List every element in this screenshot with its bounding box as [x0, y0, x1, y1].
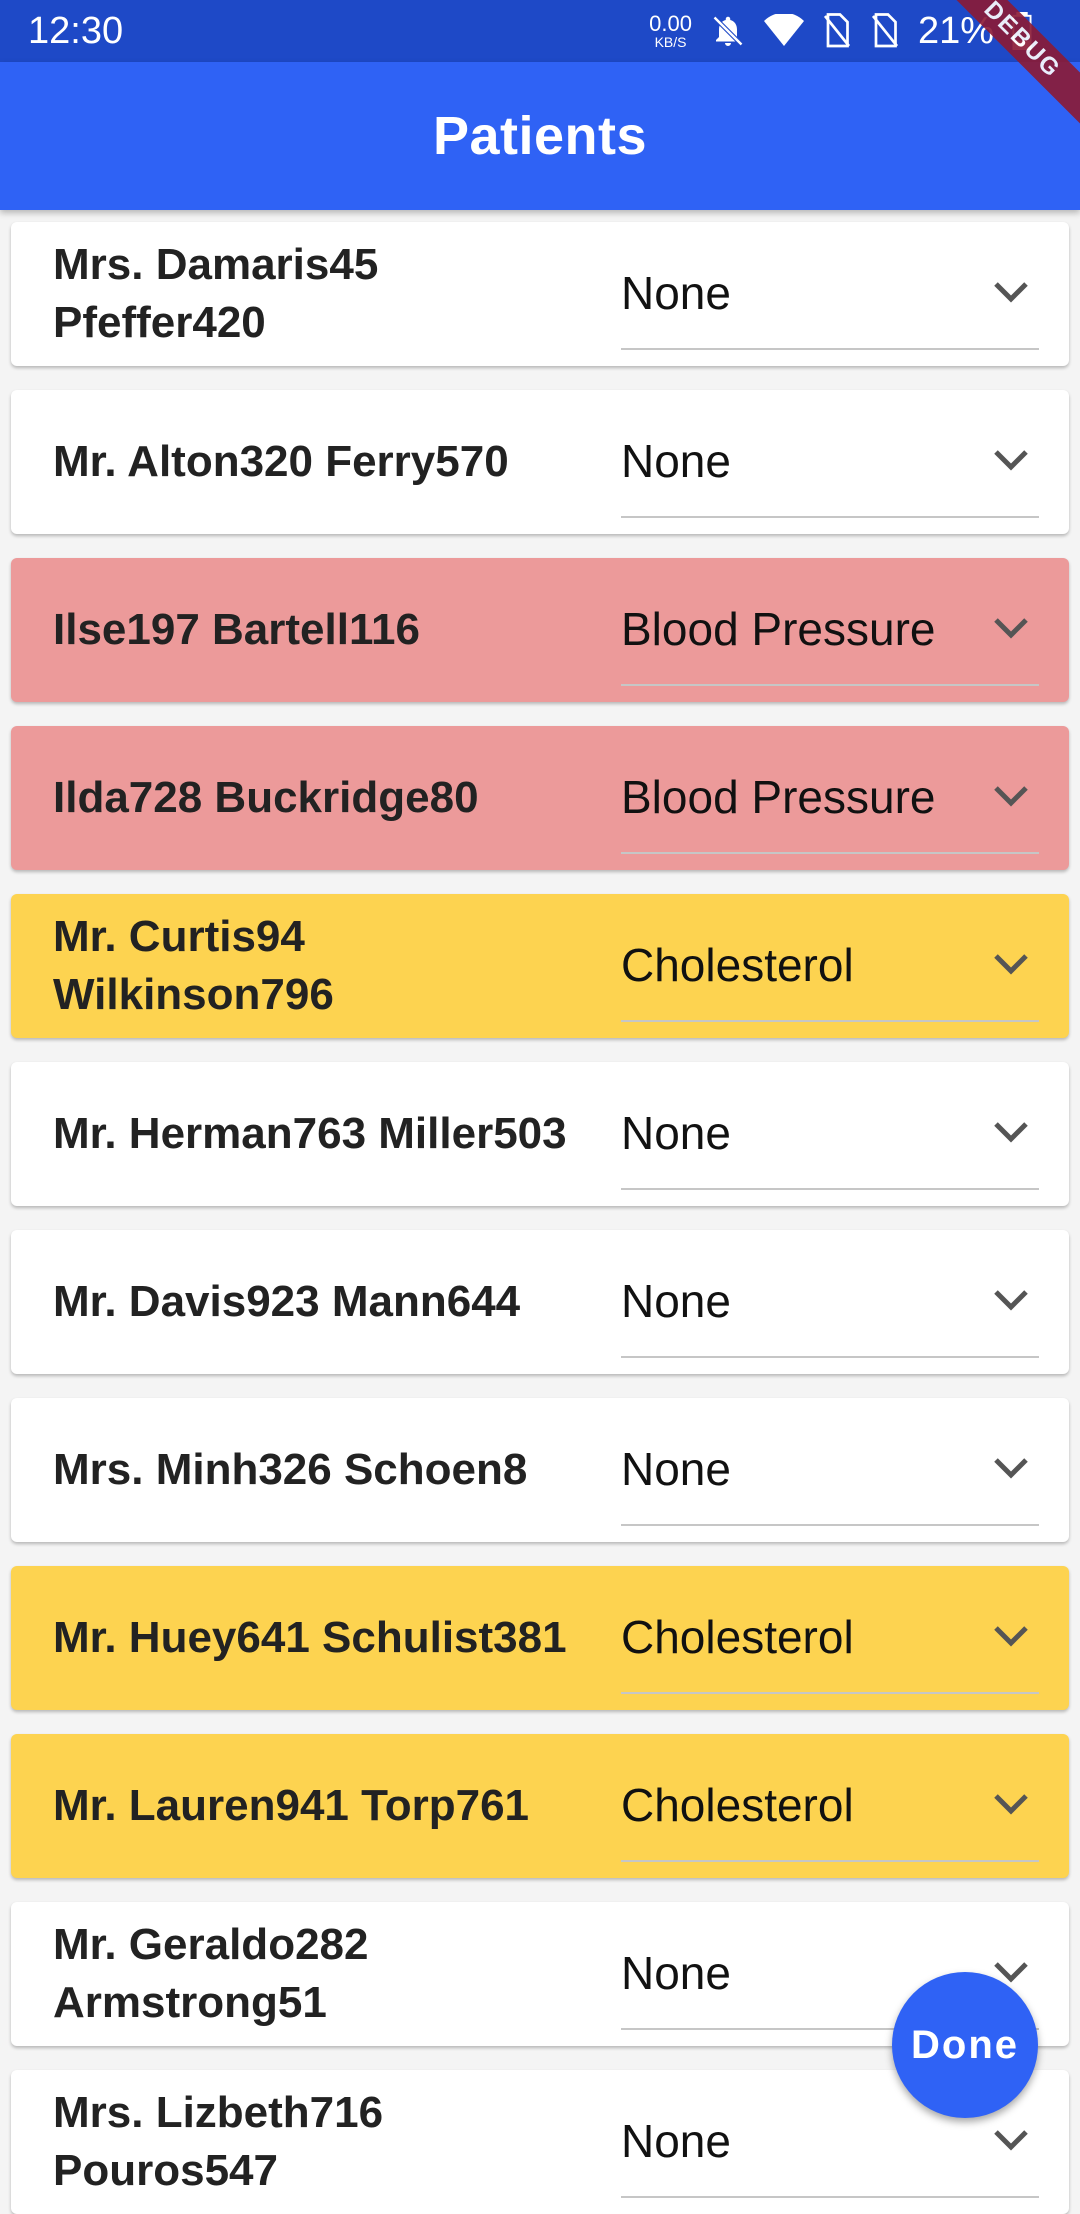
- condition-dropdown[interactable]: None: [621, 406, 1039, 518]
- chevron-down-icon: [991, 1286, 1031, 1319]
- condition-value: Blood Pressure: [621, 771, 936, 823]
- condition-dropdown[interactable]: None: [621, 1246, 1039, 1358]
- patient-card: Ilse197 Bartell116 Blood Pressure: [11, 558, 1069, 702]
- patient-name: Mr. Herman763 Miller503: [53, 1109, 567, 1158]
- patient-card: Ilda728 Buckridge80 Blood Pressure: [11, 726, 1069, 870]
- patient-name: Mrs. Minh326 Schoen8: [53, 1445, 528, 1494]
- network-speed-unit: KB/S: [654, 34, 687, 50]
- condition-dropdown[interactable]: None: [621, 1078, 1039, 1190]
- condition-dropdown[interactable]: None: [621, 238, 1039, 350]
- patient-card: Mr. Herman763 Miller503 None: [11, 1062, 1069, 1206]
- condition-value: None: [621, 1275, 731, 1327]
- chevron-down-icon: [991, 1622, 1031, 1655]
- chevron-down-icon: [991, 446, 1031, 479]
- chevron-down-icon: [991, 950, 1031, 983]
- patient-name: Mrs. Lizbeth716 Pouros547: [53, 2088, 384, 2195]
- condition-dropdown[interactable]: Cholesterol: [621, 1750, 1039, 1862]
- condition-value: Cholesterol: [621, 939, 854, 991]
- condition-value: None: [621, 435, 731, 487]
- condition-value: None: [621, 1443, 731, 1495]
- patient-card: Mr. Curtis94 Wilkinson796 Cholesterol: [11, 894, 1069, 1038]
- network-speed-value: 0.00: [649, 11, 692, 36]
- condition-value: Cholesterol: [621, 1611, 854, 1663]
- condition-dropdown[interactable]: Cholesterol: [621, 1582, 1039, 1694]
- patient-name: Ilse197 Bartell116: [53, 605, 420, 654]
- condition-value: None: [621, 1107, 731, 1159]
- patient-name: Mr. Curtis94 Wilkinson796: [53, 912, 334, 1019]
- chevron-down-icon: [991, 1118, 1031, 1151]
- patient-name: Mr. Geraldo282 Armstrong51: [53, 1920, 369, 2027]
- done-button[interactable]: Done: [892, 1972, 1038, 2118]
- chevron-down-icon: [991, 1454, 1031, 1487]
- condition-dropdown[interactable]: Blood Pressure: [621, 574, 1039, 686]
- page-title: Patients: [432, 106, 648, 166]
- patient-card: Mr. Lauren941 Torp761 Cholesterol: [11, 1734, 1069, 1878]
- patient-name: Mr. Huey641 Schulist381: [53, 1613, 567, 1662]
- chevron-down-icon: [991, 782, 1031, 815]
- condition-value: Blood Pressure: [621, 603, 936, 655]
- condition-dropdown[interactable]: Blood Pressure: [621, 742, 1039, 854]
- patient-name: Mrs. Damaris45 Pfeffer420: [53, 240, 379, 347]
- condition-value: None: [621, 1947, 731, 1999]
- app-bar: Patients: [0, 62, 1080, 210]
- wifi-icon: [763, 14, 804, 48]
- patient-card: Mrs. Minh326 Schoen8 None: [11, 1398, 1069, 1542]
- no-sim-icon: [870, 13, 900, 49]
- patient-card: Mrs. Damaris45 Pfeffer420 None: [11, 222, 1069, 366]
- condition-value: Cholesterol: [621, 1779, 854, 1831]
- condition-dropdown[interactable]: None: [621, 1414, 1039, 1526]
- patient-card: Mr. Alton320 Ferry570 None: [11, 390, 1069, 534]
- chevron-down-icon: [991, 2126, 1031, 2159]
- condition-dropdown[interactable]: Cholesterol: [621, 910, 1039, 1022]
- no-sim-icon: [822, 13, 852, 49]
- network-speed: 0.00 KB/S: [649, 11, 692, 50]
- chevron-down-icon: [991, 1790, 1031, 1823]
- status-bar: 12:30 0.00 KB/S 21%: [0, 0, 1080, 62]
- condition-value: None: [621, 267, 731, 319]
- bell-off-icon: [710, 13, 746, 49]
- chevron-down-icon: [991, 614, 1031, 647]
- patient-name: Ilda728 Buckridge80: [53, 773, 479, 822]
- patient-name: Mr. Davis923 Mann644: [53, 1277, 521, 1326]
- patient-card: Mr. Davis923 Mann644 None: [11, 1230, 1069, 1374]
- status-time: 12:30: [28, 9, 124, 52]
- patient-card: Mr. Huey641 Schulist381 Cholesterol: [11, 1566, 1069, 1710]
- patient-name: Mr. Alton320 Ferry570: [53, 437, 509, 486]
- chevron-down-icon: [991, 278, 1031, 311]
- patient-name: Mr. Lauren941 Torp761: [53, 1781, 530, 1830]
